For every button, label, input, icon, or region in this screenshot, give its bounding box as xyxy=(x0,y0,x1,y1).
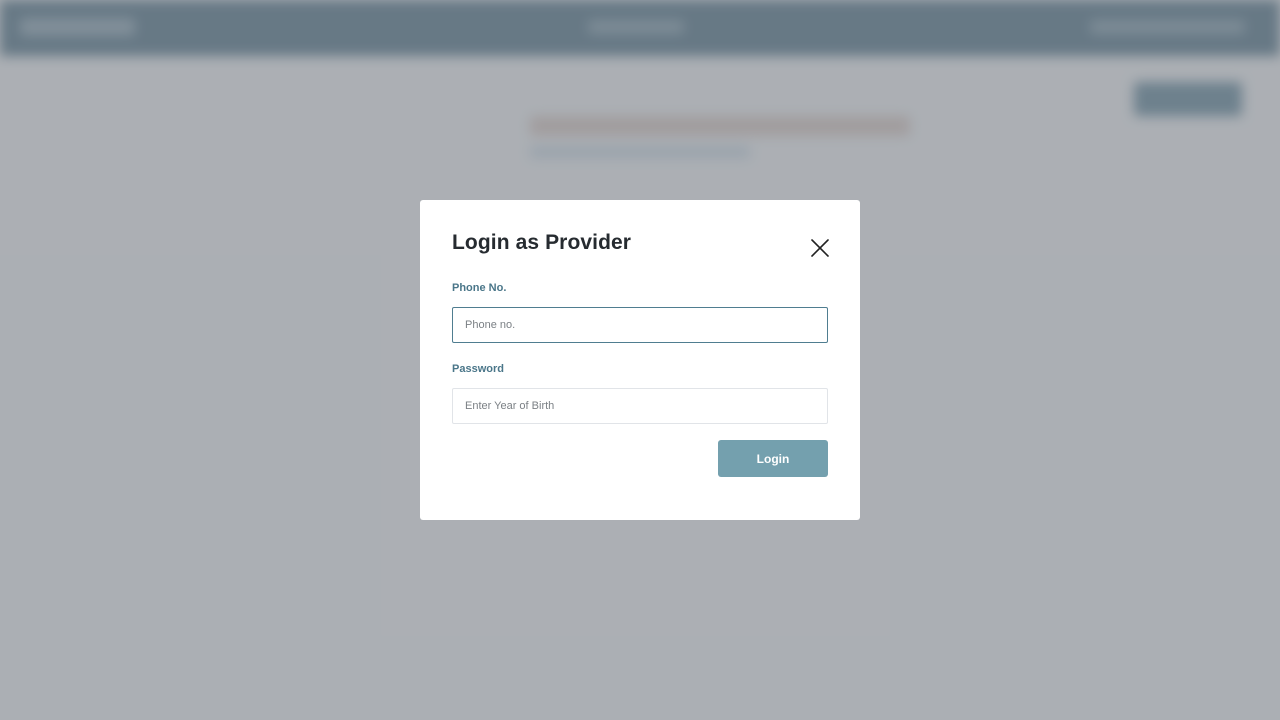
modal-title: Login as Provider xyxy=(452,231,632,254)
phone-label: Phone No. xyxy=(452,282,507,294)
password-input[interactable] xyxy=(452,388,828,424)
phone-input[interactable] xyxy=(452,307,828,343)
password-label: Password xyxy=(452,363,504,375)
close-icon xyxy=(811,239,829,257)
close-button[interactable] xyxy=(808,236,832,260)
login-modal: Login as Provider Phone No. Password Log… xyxy=(420,200,860,520)
login-button[interactable]: Login xyxy=(718,440,828,477)
